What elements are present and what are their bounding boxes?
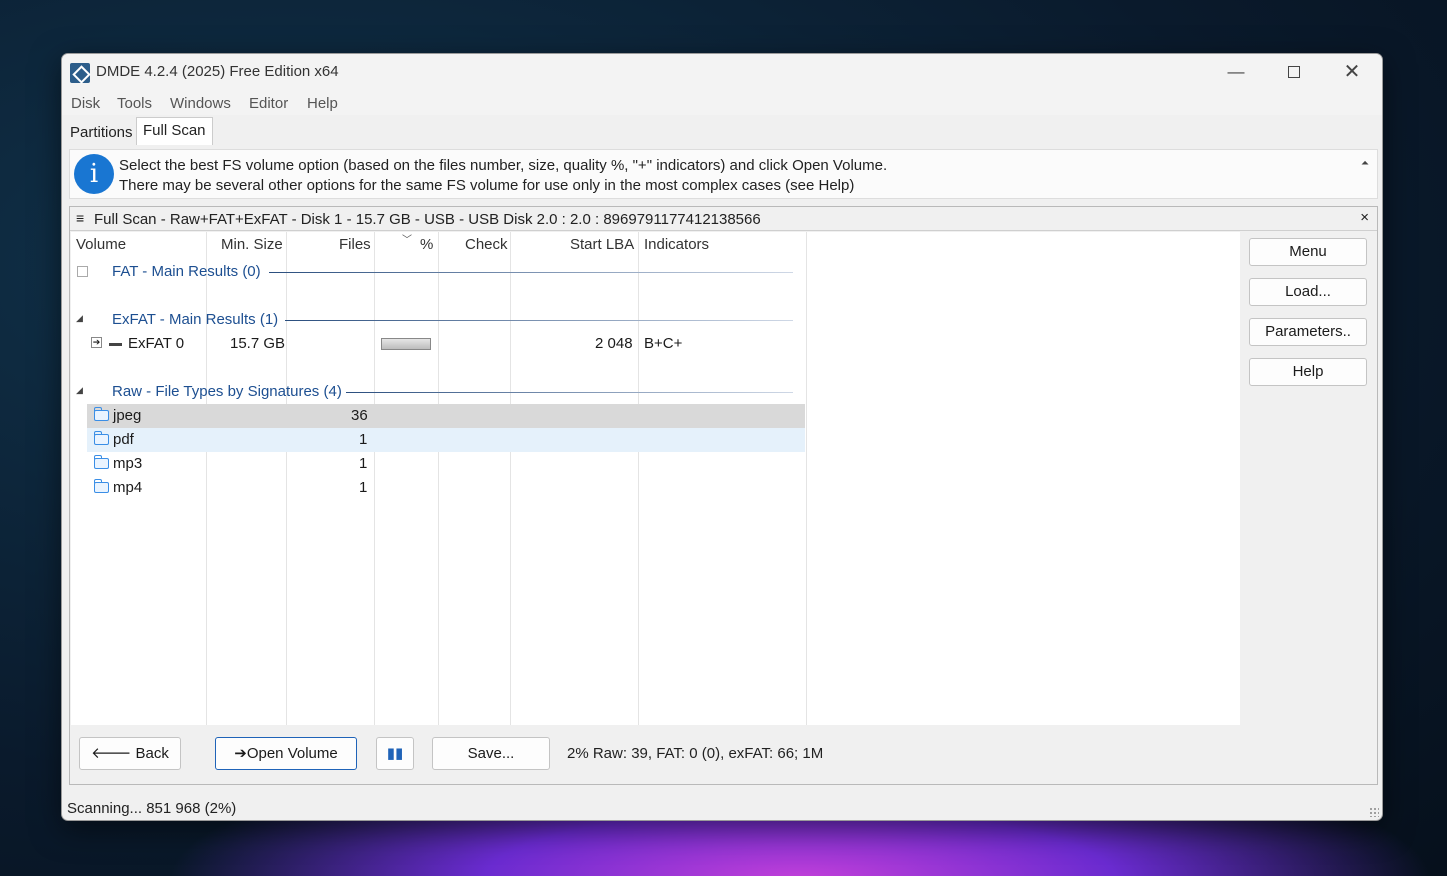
column-header-percent[interactable]: % xyxy=(420,236,433,253)
column-header-indicators[interactable]: Indicators xyxy=(644,236,709,253)
menu-help[interactable]: Help xyxy=(307,95,338,112)
file-type-name: mp4 xyxy=(113,479,143,496)
file-count: 1 xyxy=(359,431,368,448)
start-lba: 2 048 xyxy=(595,335,633,352)
info-line-2: There may be several other options for t… xyxy=(119,177,855,194)
menu-tools[interactable]: Tools xyxy=(117,95,152,112)
min-size: 15.7 GB xyxy=(230,335,286,352)
volume-name: ExFAT 0 xyxy=(128,335,185,352)
maximize-icon xyxy=(1288,66,1300,78)
title-bar: DMDE 4.2.4 (2025) Free Edition x64 — ✕ xyxy=(62,54,1382,91)
info-icon: i xyxy=(74,154,114,194)
file-type-name: mp3 xyxy=(113,455,143,472)
back-button[interactable]: 🡐 Back xyxy=(79,737,181,770)
tab-bar: Partitions Full Scan xyxy=(62,116,1382,145)
menu-bar: Disk Tools Windows Editor Help xyxy=(62,91,1382,115)
parameters-button[interactable]: Parameters.. xyxy=(1249,318,1367,346)
file-count: 1 xyxy=(359,455,368,472)
tab-full-scan[interactable]: Full Scan xyxy=(136,117,213,145)
group-divider xyxy=(269,272,793,273)
volume-icon xyxy=(109,343,122,346)
group-title-fat: FAT - Main Results (0) xyxy=(112,263,261,280)
tab-partitions[interactable]: Partitions xyxy=(64,121,139,145)
group-title-exfat: ExFAT - Main Results (1) xyxy=(112,311,279,328)
group-row-fat[interactable]: FAT - Main Results (0) xyxy=(71,260,805,284)
column-header-start-lba[interactable]: Start LBA xyxy=(570,236,634,253)
group-divider xyxy=(346,392,793,393)
open-volume-button[interactable]: ➔Open Volume xyxy=(215,737,357,770)
panel-header: ≡ Full Scan - Raw+FAT+ExFAT - Disk 1 - 1… xyxy=(70,207,1377,231)
bottom-toolbar: 🡐 Back ➔Open Volume ▮▮ Save... 2% Raw: 3… xyxy=(71,727,1377,783)
table-row-pdf[interactable]: pdf 1 xyxy=(87,428,805,452)
collapse-icon[interactable]: ⏶ xyxy=(1361,158,1369,169)
folder-icon xyxy=(93,431,109,445)
window-title: DMDE 4.2.4 (2025) Free Edition x64 xyxy=(96,63,339,80)
open-volume-label: Open Volume xyxy=(246,745,338,762)
panel-close-icon[interactable]: × xyxy=(1360,209,1369,226)
open-arrow-icon[interactable]: ➔ xyxy=(91,337,102,348)
file-type-name: pdf xyxy=(113,431,134,448)
hamburger-icon[interactable]: ≡ xyxy=(76,210,84,226)
column-header-volume[interactable]: Volume xyxy=(76,236,126,253)
minimize-button[interactable]: — xyxy=(1207,54,1265,91)
folder-icon xyxy=(93,407,109,421)
table-row-jpeg[interactable]: jpeg 36 xyxy=(87,404,805,428)
table-row-exfat-0[interactable]: ➔ ExFAT 0 15.7 GB 2 048 B+C+ xyxy=(71,332,805,356)
status-bar-text: Scanning... 851 968 (2%) xyxy=(67,800,237,817)
file-count: 1 xyxy=(359,479,368,496)
column-header-check[interactable]: Check xyxy=(465,236,508,253)
panel-title: Full Scan - Raw+FAT+ExFAT - Disk 1 - 15.… xyxy=(94,211,761,228)
table-row-mp3[interactable]: mp3 1 xyxy=(87,452,805,476)
table-row-mp4[interactable]: mp4 1 xyxy=(87,476,805,500)
load-button[interactable]: Load... xyxy=(1249,278,1367,306)
group-divider xyxy=(285,320,793,321)
scan-statistics: 2% Raw: 39, FAT: 0 (0), exFAT: 66; 1M xyxy=(567,745,824,762)
save-button[interactable]: Save... xyxy=(432,737,550,770)
indicators: B+C+ xyxy=(644,335,683,352)
quality-bar xyxy=(381,338,431,350)
file-count: 36 xyxy=(351,407,368,424)
results-table: Volume Min. Size Files ﹀ % Check Start L… xyxy=(71,232,1240,725)
pause-icon: ▮▮ xyxy=(386,745,404,762)
column-separator xyxy=(806,232,807,725)
column-header-min-size[interactable]: Min. Size xyxy=(221,236,283,253)
dmde-app-icon xyxy=(70,63,90,83)
checkbox[interactable] xyxy=(77,266,88,277)
info-banner: i Select the best FS volume option (base… xyxy=(69,149,1378,199)
folder-icon xyxy=(93,455,109,469)
group-title-raw: Raw - File Types by Signatures (4) xyxy=(112,383,342,400)
pause-button[interactable]: ▮▮ xyxy=(376,737,414,770)
folder-icon xyxy=(93,479,109,493)
help-button[interactable]: Help xyxy=(1249,358,1367,386)
resize-grip-icon[interactable] xyxy=(1369,807,1379,817)
menu-button[interactable]: Menu xyxy=(1249,238,1367,266)
maximize-button[interactable] xyxy=(1265,54,1323,91)
info-text: Select the best FS volume option (based … xyxy=(119,156,887,196)
collapse-triangle-icon[interactable]: ◢ xyxy=(76,385,83,396)
close-window-button[interactable]: ✕ xyxy=(1323,54,1381,91)
sort-indicator-icon: ﹀ xyxy=(402,235,412,246)
open-arrow-icon: ➔ xyxy=(234,745,247,762)
app-window: DMDE 4.2.4 (2025) Free Edition x64 — ✕ D… xyxy=(61,53,1383,821)
column-header-files[interactable]: Files xyxy=(339,236,371,253)
file-type-name: jpeg xyxy=(113,407,142,424)
menu-windows[interactable]: Windows xyxy=(170,95,231,112)
collapse-triangle-icon[interactable]: ◢ xyxy=(76,313,83,324)
group-row-raw[interactable]: ◢ Raw - File Types by Signatures (4) xyxy=(71,380,805,404)
info-line-1: Select the best FS volume option (based … xyxy=(119,157,888,174)
group-row-exfat[interactable]: ◢ ExFAT - Main Results (1) xyxy=(71,308,805,332)
menu-editor[interactable]: Editor xyxy=(249,95,288,112)
menu-disk[interactable]: Disk xyxy=(71,95,100,112)
full-scan-panel: ≡ Full Scan - Raw+FAT+ExFAT - Disk 1 - 1… xyxy=(69,206,1378,785)
